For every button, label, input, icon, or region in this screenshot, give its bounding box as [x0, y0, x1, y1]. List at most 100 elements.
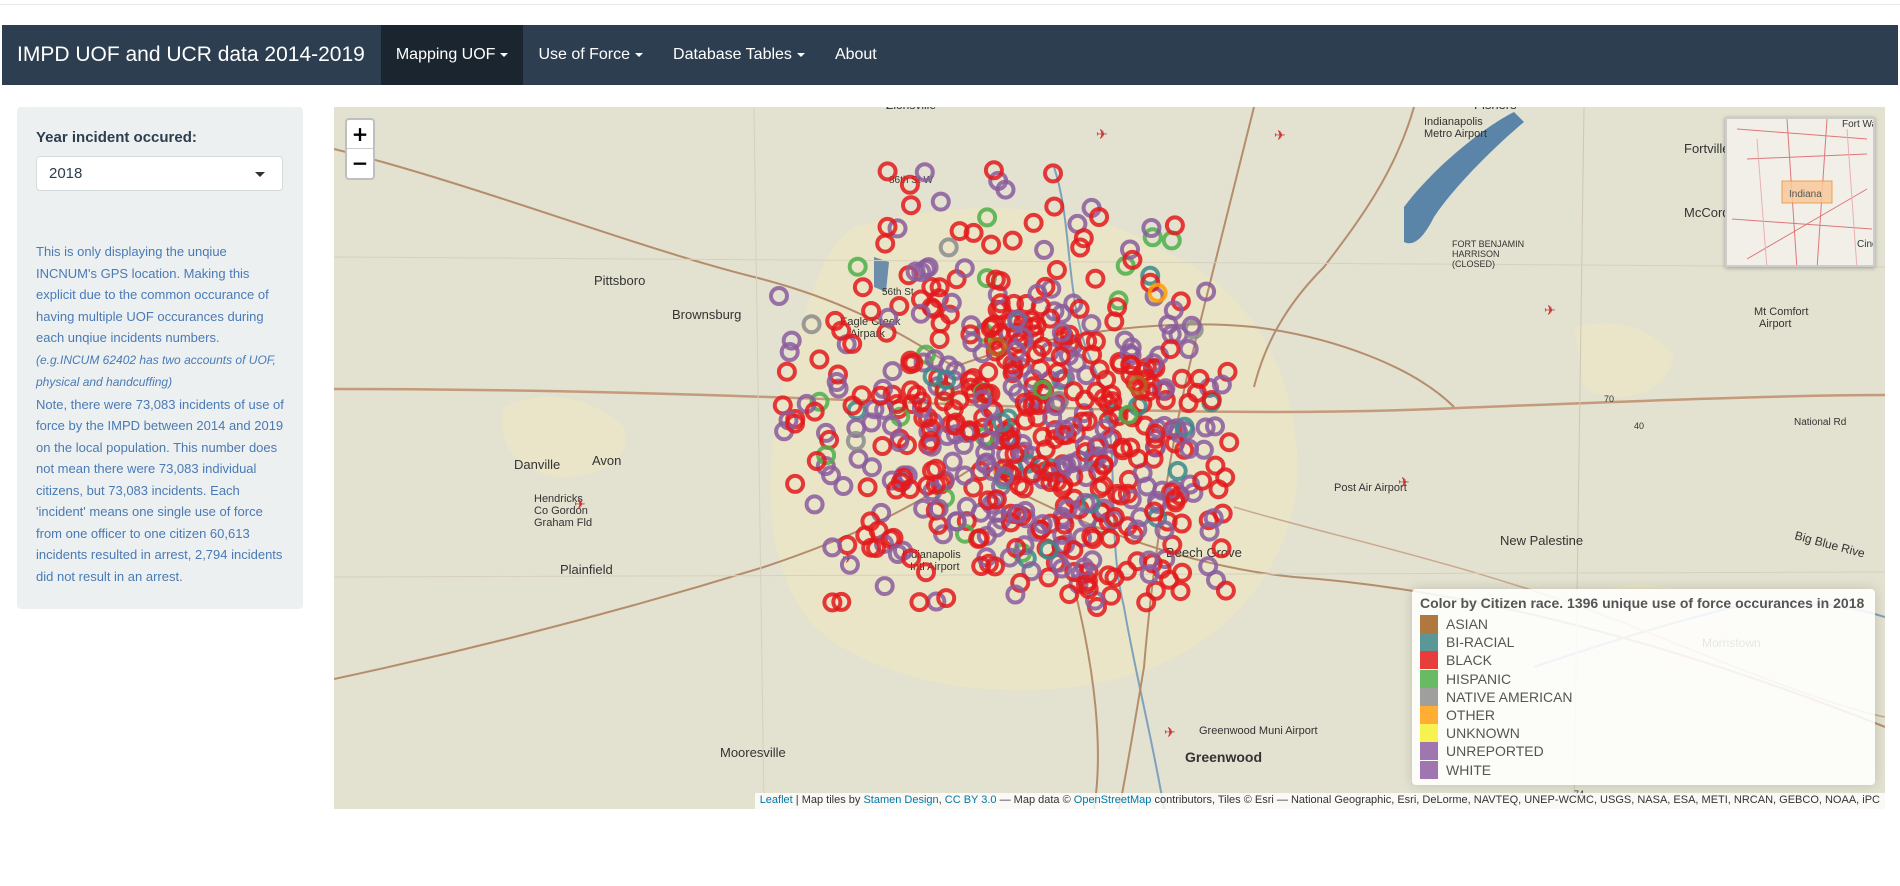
incident-marker[interactable]: [981, 234, 1002, 255]
nav-use-of-force[interactable]: Use of Force: [523, 25, 658, 85]
osm-link[interactable]: OpenStreetMap: [1074, 794, 1152, 806]
incident-marker[interactable]: [1219, 432, 1240, 453]
top-navbar: IMPD UOF and UCR data 2014-2019 Mapping …: [2, 25, 1898, 85]
caret-down-icon: [500, 53, 509, 57]
incident-marker[interactable]: [839, 554, 860, 575]
incident-marker[interactable]: [1043, 163, 1063, 184]
legend-swatch: [1420, 669, 1438, 688]
incident-marker[interactable]: [936, 588, 957, 609]
incident-marker[interactable]: [977, 207, 998, 228]
incident-marker[interactable]: [1034, 239, 1055, 260]
legend-swatch: [1420, 651, 1438, 670]
incident-marker[interactable]: [1081, 314, 1102, 335]
incident-marker[interactable]: [1211, 538, 1232, 559]
incident-marker[interactable]: [847, 256, 868, 277]
incident-marker[interactable]: [1196, 281, 1217, 302]
legend: Color by Citizen race. 1396 unique use o…: [1412, 589, 1875, 785]
incident-marker[interactable]: [909, 592, 930, 613]
zoom-in-button[interactable]: +: [347, 120, 373, 149]
incident-marker[interactable]: [1023, 212, 1044, 233]
legend-swatch: [1420, 687, 1438, 706]
legend-item: WHITE: [1420, 760, 1867, 779]
incident-marker[interactable]: [1085, 268, 1106, 289]
incident-marker[interactable]: [1198, 556, 1219, 577]
legend-label: OTHER: [1446, 707, 1495, 724]
info-note-example: (e.g.INCUM 62402 has two accounts of UOF…: [36, 352, 276, 390]
incident-marker[interactable]: [809, 349, 830, 370]
info-note: This is only displaying the unqiue INCNU…: [36, 241, 284, 587]
incident-marker[interactable]: [914, 162, 935, 183]
legend-item: BI-RACIAL: [1420, 633, 1867, 652]
incident-marker[interactable]: [776, 361, 797, 382]
map-view[interactable]: Zionsville Fishers Indianapolis Metro Ai…: [334, 107, 1885, 809]
incident-marker[interactable]: [901, 195, 921, 216]
incident-marker[interactable]: [899, 174, 920, 195]
minimap[interactable]: Fort Wayne Indiana Cinc: [1725, 117, 1875, 267]
incident-marker[interactable]: [1172, 368, 1192, 389]
app-title[interactable]: IMPD UOF and UCR data 2014-2019: [2, 25, 381, 85]
incident-marker[interactable]: [852, 277, 873, 298]
incident-marker[interactable]: [1059, 584, 1080, 605]
legend-item: ASIAN: [1420, 615, 1867, 634]
zoom-control: + −: [345, 118, 375, 180]
incident-marker[interactable]: [833, 476, 854, 496]
ccby-link[interactable]: CC BY 3.0: [945, 794, 997, 806]
top-rule: [0, 4, 1900, 5]
legend-swatch: [1420, 742, 1438, 761]
incident-marker[interactable]: [848, 448, 869, 469]
incident-marker[interactable]: [801, 314, 822, 335]
legend-swatch: [1420, 633, 1438, 652]
legend-label: WHITE: [1446, 761, 1492, 778]
incident-marker[interactable]: [857, 477, 878, 498]
legend-label: UNREPORTED: [1446, 743, 1544, 760]
incident-marker[interactable]: [875, 233, 896, 254]
dropdown-caret-icon: [255, 172, 265, 177]
incident-marker[interactable]: [877, 216, 898, 237]
incident-marker[interactable]: [954, 465, 975, 486]
attribution-text: | Map tiles by: [792, 794, 864, 806]
incident-marker[interactable]: [929, 329, 950, 350]
incident-marker[interactable]: [938, 237, 959, 258]
incident-marker[interactable]: [916, 562, 936, 583]
incident-marker[interactable]: [1215, 580, 1236, 601]
year-label: Year incident occured:: [36, 129, 197, 146]
stamen-link[interactable]: Stamen Design: [863, 794, 938, 806]
caret-down-icon: [635, 53, 644, 57]
incident-marker[interactable]: [1101, 585, 1122, 606]
nav-about[interactable]: About: [820, 25, 892, 85]
zoom-out-button[interactable]: −: [347, 149, 373, 178]
nav-mapping-uof[interactable]: Mapping UOF: [380, 25, 524, 85]
incident-marker[interactable]: [874, 576, 895, 597]
incident-marker[interactable]: [804, 494, 825, 515]
incident-marker[interactable]: [861, 301, 882, 321]
incident-marker[interactable]: [942, 451, 963, 472]
incident-marker[interactable]: [946, 511, 967, 532]
incident-marker[interactable]: [872, 436, 893, 456]
incident-marker[interactable]: [1136, 592, 1157, 613]
incident-marker[interactable]: [1063, 381, 1084, 402]
incident-marker[interactable]: [851, 385, 872, 406]
incident-marker[interactable]: [1002, 230, 1023, 251]
incident-marker[interactable]: [1100, 528, 1120, 549]
info-note-main: This is only displaying the unqiue INCNU…: [36, 244, 269, 345]
attribution-text: contributors, Tiles © Esri — National Ge…: [1151, 794, 1880, 806]
incident-marker[interactable]: [930, 191, 951, 212]
incident-marker[interactable]: [978, 362, 999, 382]
nav-database-tables[interactable]: Database Tables: [658, 25, 820, 85]
sidebar-panel: Year incident occured: 2018 This is only…: [17, 107, 303, 609]
incident-marker[interactable]: [1178, 339, 1199, 359]
info-note-2: Note, there were 73,083 incidents of use…: [36, 396, 284, 584]
incident-marker[interactable]: [1044, 196, 1065, 217]
incident-marker[interactable]: [882, 361, 903, 382]
incident-marker[interactable]: [1046, 260, 1067, 280]
incident-marker[interactable]: [1170, 581, 1191, 602]
leaflet-link[interactable]: Leaflet: [760, 794, 793, 806]
attribution-text: — Map data ©: [996, 794, 1074, 806]
incident-marker[interactable]: [785, 473, 806, 494]
incident-marker[interactable]: [1167, 461, 1188, 481]
incident-marker[interactable]: [1172, 562, 1193, 583]
nav-about-label: About: [834, 46, 877, 63]
year-select[interactable]: 2018: [36, 156, 283, 191]
incident-marker[interactable]: [769, 286, 789, 306]
incident-marker[interactable]: [877, 161, 898, 182]
